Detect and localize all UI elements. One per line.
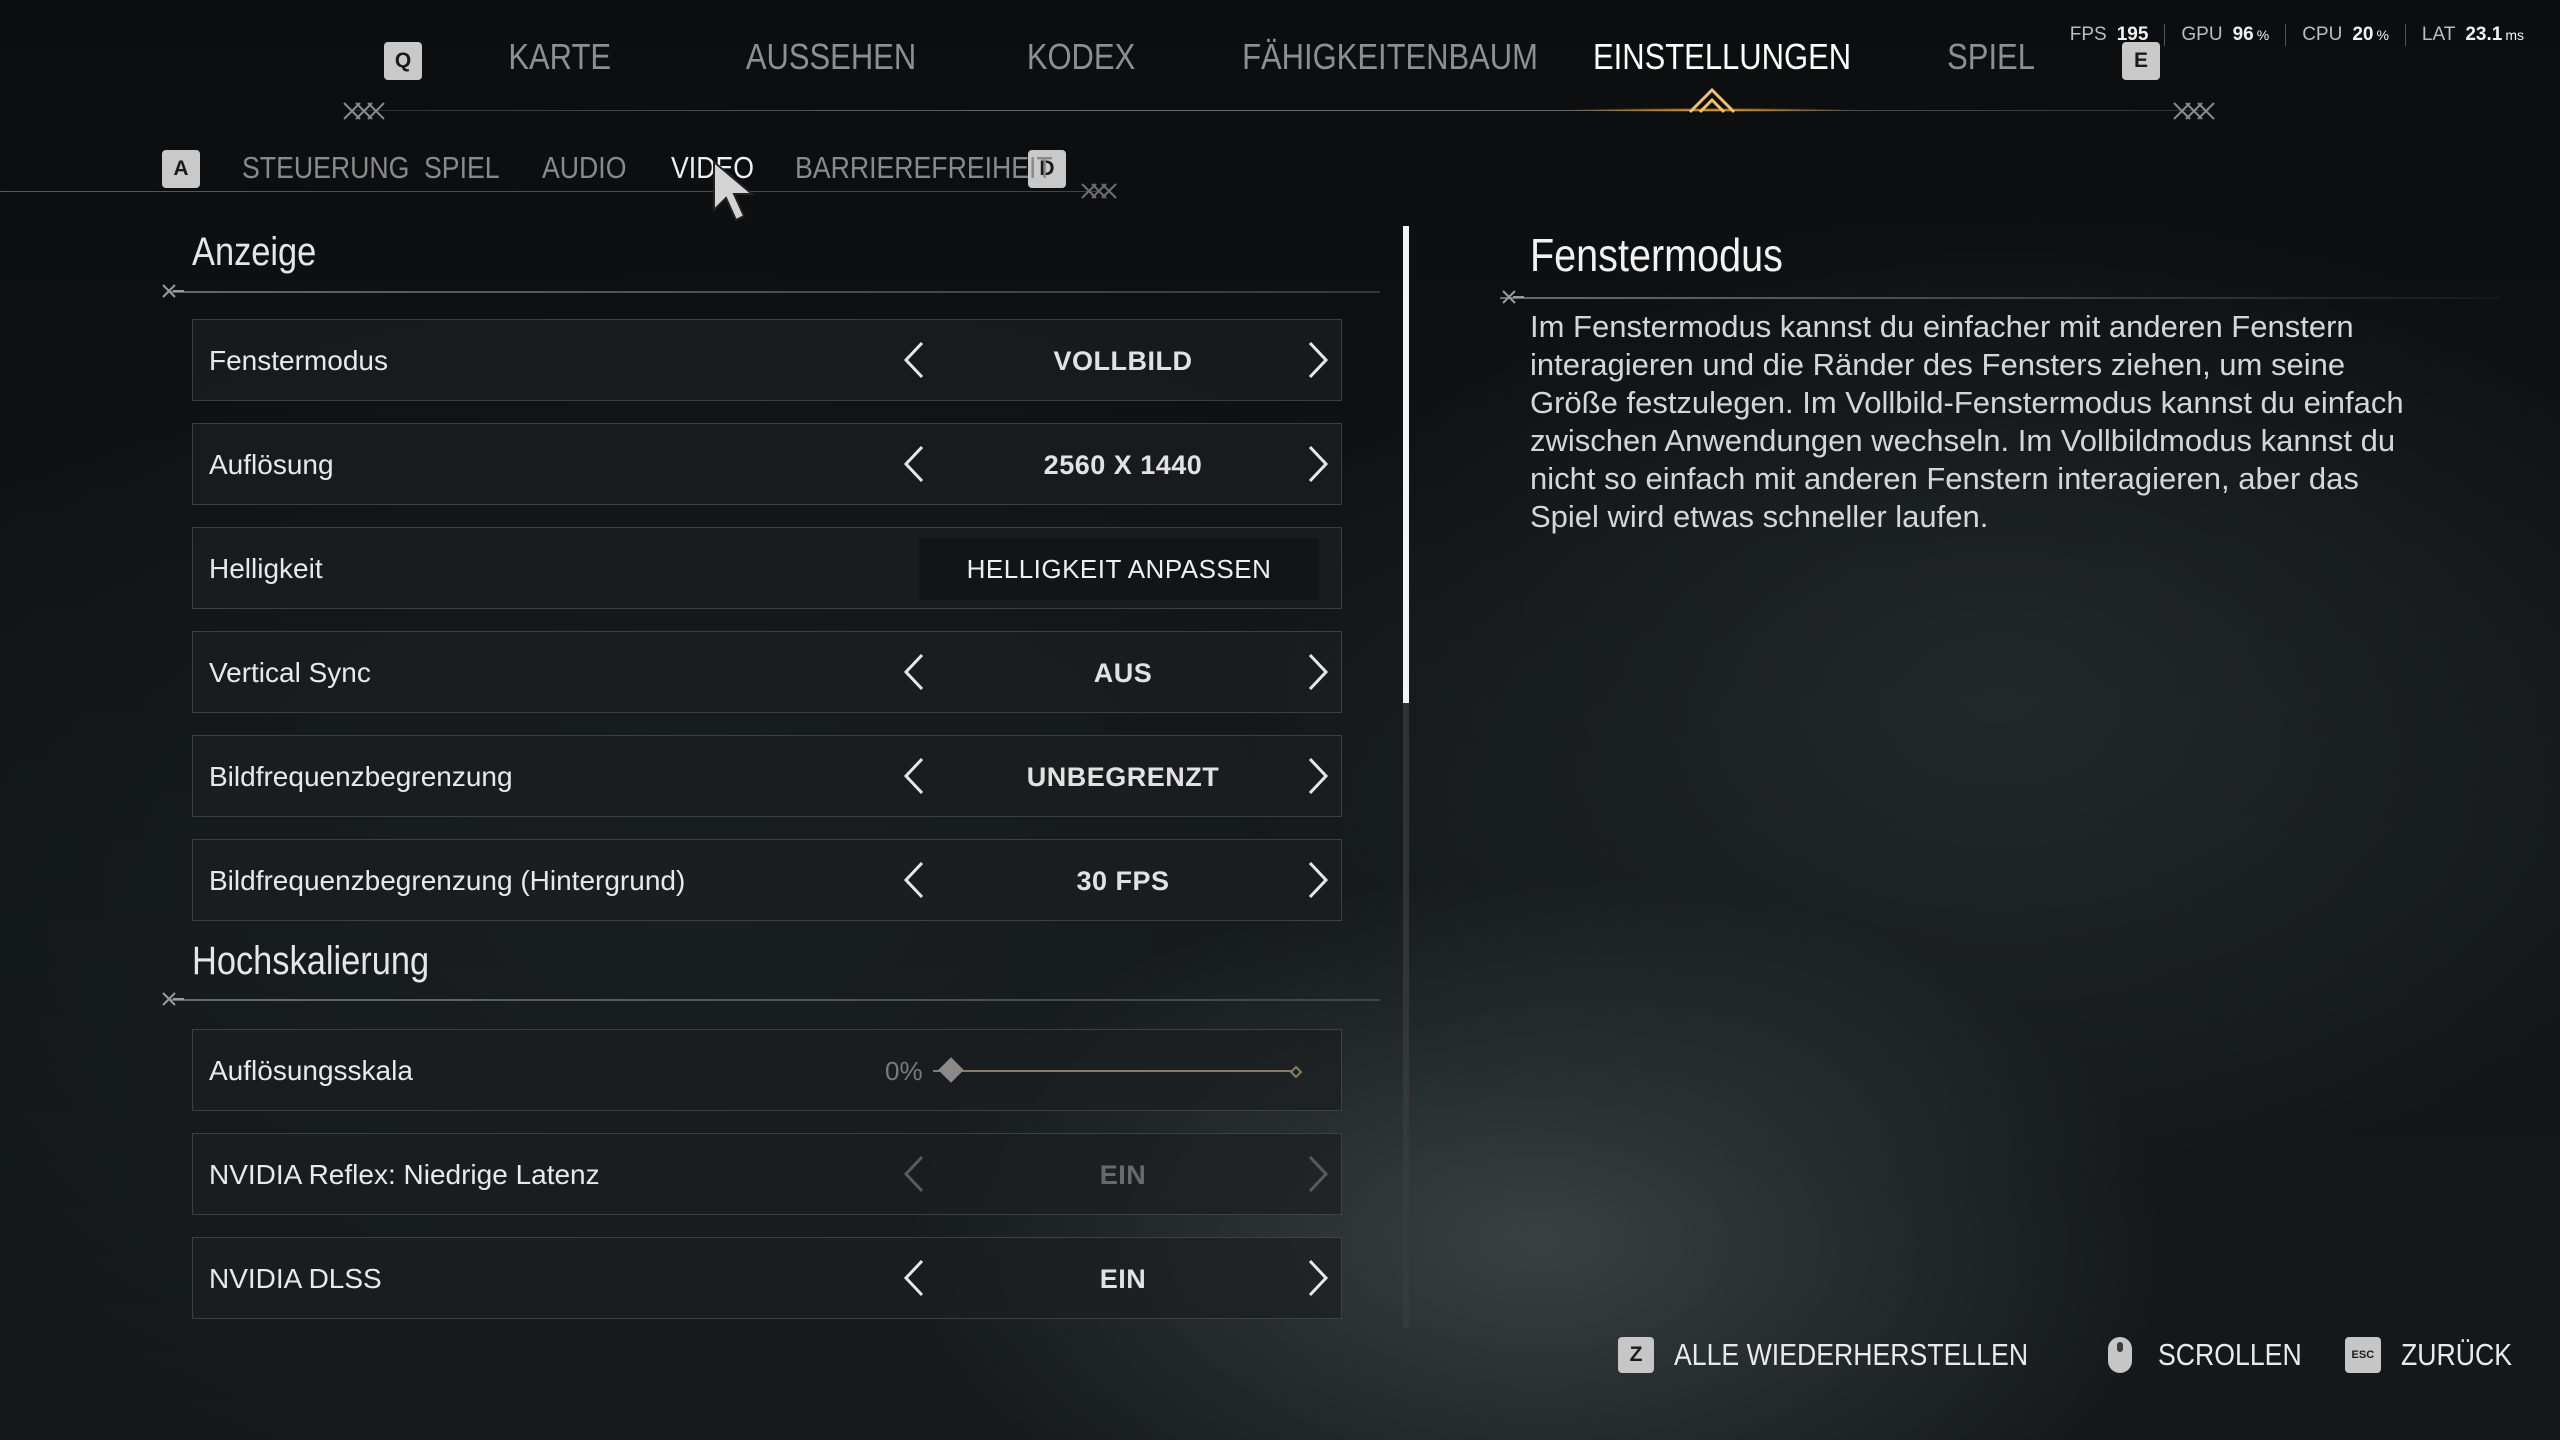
active-tab-indicator-icon xyxy=(1688,87,1736,114)
chevron-right-icon[interactable] xyxy=(1299,340,1339,380)
divider-ornament-icon xyxy=(162,992,184,1006)
scrollbar-thumb[interactable] xyxy=(1403,226,1409,703)
key-esc: ESC xyxy=(2344,1337,2381,1373)
chevron-right-icon[interactable] xyxy=(1299,652,1339,692)
chevron-right-icon[interactable] xyxy=(1299,1258,1339,1298)
tab-faehigkeitenbaum[interactable]: FÄHIGKEITENBAUM xyxy=(1242,36,1538,78)
setting-value: UNBEGRENZT xyxy=(1026,762,1220,792)
chevron-left-icon xyxy=(893,1154,933,1194)
setting-label: Bildfrequenzbegrenzung (Hintergrund) xyxy=(209,865,686,896)
subtab-spiel[interactable]: SPIEL xyxy=(424,150,500,186)
ornament-icon xyxy=(343,102,385,120)
setting-row-framerate-limit-background[interactable]: Bildfrequenzbegrenzung (Hintergrund) 30 … xyxy=(192,839,1342,921)
setting-label: Auflösung xyxy=(209,449,334,480)
slider-end-icon xyxy=(1289,1065,1303,1079)
setting-label: NVIDIA DLSS xyxy=(209,1263,382,1294)
tab-einstellungen[interactable]: EINSTELLUNGEN xyxy=(1593,36,1851,78)
setting-label: Helligkeit xyxy=(209,553,323,584)
slider-value: 0% xyxy=(885,1056,923,1086)
setting-row-nvidia-dlss[interactable]: NVIDIA DLSS EIN xyxy=(192,1237,1342,1319)
ornament-icon xyxy=(1081,183,1117,199)
setting-row-helligkeit[interactable]: Helligkeit HELLIGKEIT ANPASSEN xyxy=(192,527,1342,609)
chevron-left-icon[interactable] xyxy=(893,652,933,692)
chevron-left-icon[interactable] xyxy=(893,340,933,380)
slider-thumb[interactable] xyxy=(938,1057,964,1083)
chevron-right-icon[interactable] xyxy=(1299,860,1339,900)
setting-label: Fenstermodus xyxy=(209,345,388,376)
setting-row-nvidia-reflex: NVIDIA Reflex: Niedrige Latenz EIN xyxy=(192,1133,1342,1215)
description-divider xyxy=(1500,297,2500,299)
chevron-left-icon[interactable] xyxy=(893,1258,933,1298)
setting-value: 2560 X 1440 xyxy=(1043,450,1203,480)
setting-row-fenstermodus[interactable]: Fenstermodus VOLLBILD xyxy=(192,319,1342,401)
subtab-audio[interactable]: AUDIO xyxy=(542,150,626,186)
divider-ornament-icon xyxy=(1502,290,1524,304)
key-z: Z xyxy=(1617,1337,1654,1373)
setting-row-aufloesung[interactable]: Auflösung 2560 X 1440 xyxy=(192,423,1342,505)
footer-actions: Z ALLE WIEDERHERSTELLEN SCROLLEN ESC ZUR… xyxy=(1578,1330,2512,1380)
section-title-hochskalierung: Hochskalierung xyxy=(192,939,430,983)
setting-value: EIN xyxy=(1099,1264,1147,1294)
mouse-icon xyxy=(2106,1335,2134,1375)
back-label: ZURÜCK xyxy=(2400,1337,2512,1372)
subtab-barrierefreiheit[interactable]: BARRIEREFREIHEIT xyxy=(795,150,1053,186)
slider-track[interactable] xyxy=(933,1070,1293,1072)
chevron-right-icon[interactable] xyxy=(1299,756,1339,796)
adjust-brightness-button[interactable]: HELLIGKEIT ANPASSEN xyxy=(919,538,1319,600)
key-a-prev-subtab[interactable]: A xyxy=(162,150,200,188)
ornament-icon xyxy=(2173,102,2215,120)
divider-ornament-icon xyxy=(162,284,184,298)
setting-label: Auflösungsskala xyxy=(209,1055,413,1086)
tab-karte[interactable]: KARTE xyxy=(508,36,611,78)
setting-row-framerate-limit[interactable]: Bildfrequenzbegrenzung UNBEGRENZT xyxy=(192,735,1342,817)
setting-label: NVIDIA Reflex: Niedrige Latenz xyxy=(209,1159,600,1190)
tab-spiel[interactable]: SPIEL xyxy=(1947,36,2035,78)
chevron-left-icon[interactable] xyxy=(893,756,933,796)
setting-value: AUS xyxy=(1093,658,1153,688)
back-action[interactable]: ESC ZURÜCK xyxy=(2344,1337,2512,1373)
setting-label: Bildfrequenzbegrenzung xyxy=(209,761,513,792)
setting-row-resolution-scale[interactable]: Auflösungsskala 0% xyxy=(192,1029,1342,1111)
main-tabs: KARTE AUSSEHEN KODEX FÄHIGKEITENBAUM EIN… xyxy=(0,30,2560,90)
chevron-right-icon[interactable] xyxy=(1299,444,1339,484)
setting-value: 30 FPS xyxy=(1076,866,1170,896)
settings-screen: FPS 195 GPU 96 % CPU 20 % LAT 23.1 ms Q … xyxy=(0,0,2560,1440)
tab-aussehen[interactable]: AUSSEHEN xyxy=(746,36,916,78)
setting-value: VOLLBILD xyxy=(1053,346,1193,376)
subtab-steuerung[interactable]: STEUERUNG xyxy=(242,150,409,186)
section-divider xyxy=(170,999,1380,1001)
main-nav-divider xyxy=(350,110,2210,111)
scroll-label: SCROLLEN xyxy=(2157,1337,2302,1372)
description-title: Fenstermodus xyxy=(1530,229,1783,281)
restore-all-action[interactable]: Z ALLE WIEDERHERSTELLEN xyxy=(1617,1337,2066,1373)
chevron-left-icon[interactable] xyxy=(893,444,933,484)
description-text: Im Fenstermodus kannst du einfacher mit … xyxy=(1530,309,2404,534)
setting-row-vertical-sync[interactable]: Vertical Sync AUS xyxy=(192,631,1342,713)
chevron-left-icon[interactable] xyxy=(893,860,933,900)
restore-all-label: ALLE WIEDERHERSTELLEN xyxy=(1673,1337,2029,1372)
mouse-cursor-icon xyxy=(713,160,755,222)
setting-label: Vertical Sync xyxy=(209,657,371,688)
chevron-right-icon xyxy=(1299,1154,1339,1194)
section-divider xyxy=(170,291,1380,293)
section-title-anzeige: Anzeige xyxy=(192,230,317,274)
tab-kodex[interactable]: KODEX xyxy=(1027,36,1135,78)
sub-nav-divider xyxy=(0,191,1100,192)
setting-value: EIN xyxy=(1099,1160,1147,1190)
scroll-action[interactable]: SCROLLEN xyxy=(2106,1335,2305,1375)
